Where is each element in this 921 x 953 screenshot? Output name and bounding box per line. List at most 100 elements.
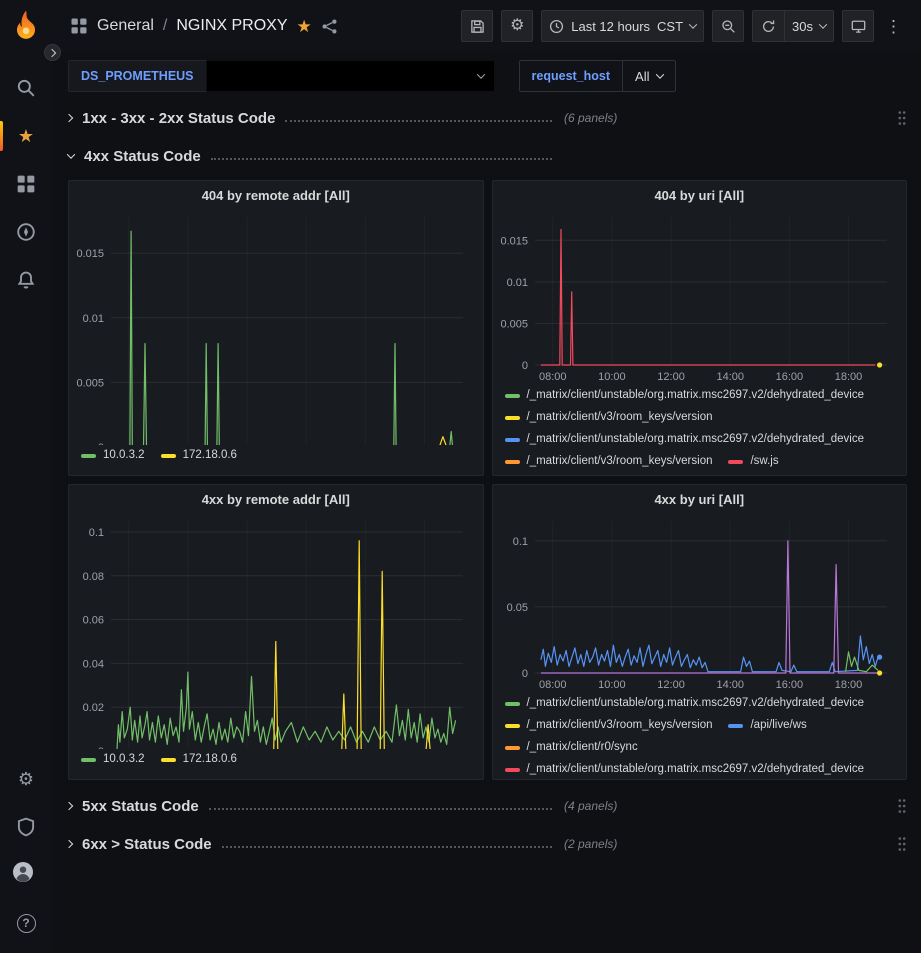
save-dashboard-button[interactable] xyxy=(461,10,493,42)
row-leader-dots xyxy=(285,120,552,122)
variable-ds-prometheus-label[interactable]: DS_PROMETHEUS xyxy=(68,60,206,92)
panel-title[interactable]: 404 by remote addr [All] xyxy=(69,181,483,209)
more-options-button[interactable]: ⋮ xyxy=(882,10,905,42)
chevron-down-icon xyxy=(476,70,484,78)
bell-icon xyxy=(16,270,36,290)
timeseries-chart-4xx-uri[interactable]: 00.050.108:0010:0012:0014:0016:0018:00 xyxy=(495,513,901,693)
chart-legend: 10.0.3.2 172.18.0.6 xyxy=(69,445,483,475)
panel-grid-4xx: 404 by remote addr [All] 00.0050.010.015… xyxy=(68,180,907,780)
sidebar-item-profile[interactable] xyxy=(0,851,52,899)
chevron-down-icon xyxy=(689,20,697,28)
request-host-value-select[interactable]: All xyxy=(622,60,676,92)
panel-4xx-by-uri: 4xx by uri [All] 00.050.108:0010:0012:00… xyxy=(492,484,908,780)
row-leader-dots xyxy=(222,846,552,848)
row-header-6xx[interactable]: 6xx > Status Code (2 panels) xyxy=(68,830,907,858)
row-title: 5xx Status Code xyxy=(82,798,199,815)
refresh-group: 30s xyxy=(752,10,834,42)
svg-text:0: 0 xyxy=(521,360,527,372)
sidebar-item-alerting[interactable] xyxy=(0,256,52,304)
timeseries-chart-4xx-remote-addr[interactable]: 00.020.040.060.080.108:0010:0012:0014:00… xyxy=(71,513,477,749)
save-icon xyxy=(470,19,485,34)
refresh-interval-select[interactable]: 30s xyxy=(784,10,834,42)
time-range-picker[interactable]: Last 12 hours CST xyxy=(541,10,704,42)
panel-title[interactable]: 4xx by remote addr [All] xyxy=(69,485,483,513)
legend-item[interactable]: /_matrix/client/r0/sync xyxy=(505,739,638,756)
dashboard-content: DS_PROMETHEUS request_host All 1xx - 3xx… xyxy=(52,52,921,953)
monitor-icon xyxy=(851,19,866,34)
sidebar-item-dashboards[interactable] xyxy=(0,160,52,208)
legend-item[interactable]: 172.18.0.6 xyxy=(161,447,237,464)
panel-404-by-remote-addr: 404 by remote addr [All] 00.0050.010.015… xyxy=(68,180,484,476)
refresh-interval-label: 30s xyxy=(792,19,813,34)
timeseries-chart-404-uri[interactable]: 00.0050.010.01508:0010:0012:0014:0016:00… xyxy=(495,209,901,385)
zoom-out-button[interactable] xyxy=(712,10,744,42)
chart-legend: /_matrix/client/unstable/org.matrix.msc2… xyxy=(493,693,907,779)
timeseries-chart-404-remote-addr[interactable]: 00.0050.010.01508:0010:0012:0014:0016:00… xyxy=(71,209,477,445)
top-navbar: General / NGINX PROXY ★ xyxy=(52,0,921,52)
legend-item[interactable]: /_matrix/client/unstable/org.matrix.msc2… xyxy=(505,431,865,448)
legend-item[interactable]: 10.0.3.2 xyxy=(81,751,145,768)
sidebar: ★ ⚙ xyxy=(0,0,52,953)
legend-item[interactable]: 10.0.3.2 xyxy=(81,447,145,464)
svg-text:16:00: 16:00 xyxy=(775,679,803,691)
row-expand-chevron-icon xyxy=(67,150,75,158)
grafana-logo[interactable] xyxy=(9,8,43,42)
svg-text:12:00: 12:00 xyxy=(657,679,685,691)
favorite-star-icon[interactable]: ★ xyxy=(297,18,312,35)
sidebar-item-starred[interactable]: ★ xyxy=(0,112,52,160)
legend-item[interactable]: /_matrix/client/unstable/org.matrix.msc2… xyxy=(505,695,865,712)
request-host-label[interactable]: request_host xyxy=(519,60,623,92)
dashboard-settings-button[interactable]: ⚙ xyxy=(501,10,533,42)
legend-item[interactable]: /_matrix/client/v3/room_keys/version xyxy=(505,717,713,734)
sidebar-item-server-admin[interactable] xyxy=(0,803,52,851)
chevron-down-icon xyxy=(656,70,664,78)
svg-text:16:00: 16:00 xyxy=(775,371,803,383)
legend-item[interactable]: /api/live/ws xyxy=(728,717,806,734)
row-drag-handle-icon[interactable] xyxy=(897,836,907,852)
datasource-value-select[interactable] xyxy=(206,60,495,92)
time-range-label: Last 12 hours xyxy=(571,19,650,34)
row-drag-handle-icon[interactable] xyxy=(897,798,907,814)
legend-item[interactable]: /sw.js xyxy=(728,453,778,470)
legend-item[interactable]: 172.18.0.6 xyxy=(161,751,237,768)
svg-text:0.05: 0.05 xyxy=(506,602,527,614)
variable-request-host: request_host All xyxy=(519,60,677,92)
breadcrumb-folder[interactable]: General xyxy=(97,17,154,35)
kebab-menu-icon: ⋮ xyxy=(885,18,902,35)
star-icon: ★ xyxy=(18,127,34,145)
svg-text:10:00: 10:00 xyxy=(598,371,626,383)
svg-text:18:00: 18:00 xyxy=(834,371,862,383)
refresh-button[interactable] xyxy=(752,10,784,42)
legend-item[interactable]: /_matrix/client/unstable/org.matrix.msc2… xyxy=(505,761,865,778)
row-panel-count: (6 panels) xyxy=(564,111,617,125)
row-header-4xx[interactable]: 4xx Status Code xyxy=(68,142,907,170)
sidebar-item-configuration[interactable]: ⚙ xyxy=(0,755,52,803)
sidebar-expand-button[interactable] xyxy=(44,44,61,61)
row-header-1xx-3xx-2xx[interactable]: 1xx - 3xx - 2xx Status Code (6 panels) xyxy=(68,104,907,132)
svg-text:0.1: 0.1 xyxy=(89,527,104,539)
sidebar-item-help[interactable]: ? xyxy=(0,899,52,947)
sidebar-item-explore[interactable] xyxy=(0,208,52,256)
row-drag-handle-icon[interactable] xyxy=(897,110,907,126)
gear-icon: ⚙ xyxy=(18,770,34,788)
svg-text:0.06: 0.06 xyxy=(83,615,104,627)
dashboard-title[interactable]: NGINX PROXY xyxy=(176,17,287,35)
refresh-icon xyxy=(761,19,776,34)
row-title: 1xx - 3xx - 2xx Status Code xyxy=(82,110,275,127)
request-host-value: All xyxy=(635,69,649,84)
legend-item[interactable]: /_matrix/client/unstable/org.matrix.msc2… xyxy=(505,387,865,404)
chart-legend: 10.0.3.2 172.18.0.6 xyxy=(69,749,483,779)
cycle-view-mode-button[interactable] xyxy=(842,10,874,42)
sidebar-item-search[interactable] xyxy=(0,64,52,112)
legend-item[interactable]: /_matrix/client/v3/room_keys/version xyxy=(505,453,713,470)
row-leader-dots xyxy=(209,808,552,810)
chevron-down-icon xyxy=(819,20,827,28)
legend-item[interactable]: /_matrix/client/v3/room_keys/version xyxy=(505,409,713,426)
panel-title[interactable]: 4xx by uri [All] xyxy=(493,485,907,513)
share-icon[interactable] xyxy=(321,18,338,35)
panel-title[interactable]: 404 by uri [All] xyxy=(493,181,907,209)
search-icon xyxy=(16,78,36,98)
svg-text:0.02: 0.02 xyxy=(83,702,104,714)
svg-text:14:00: 14:00 xyxy=(716,371,744,383)
row-header-5xx[interactable]: 5xx Status Code (4 panels) xyxy=(68,792,907,820)
